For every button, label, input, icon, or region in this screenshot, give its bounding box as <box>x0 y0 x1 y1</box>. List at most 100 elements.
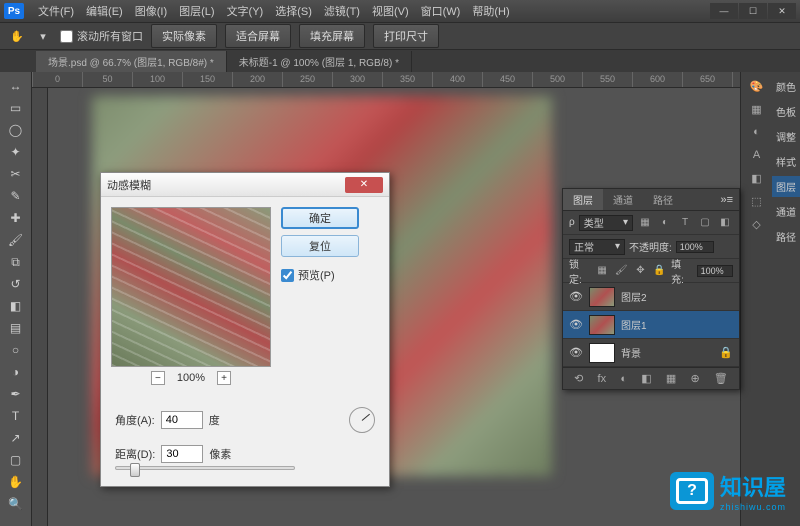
dodge-tool[interactable]: ◑ <box>5 362 27 382</box>
adjustments-panel-icon[interactable]: ◐ <box>747 122 767 142</box>
scroll-all-checkbox[interactable]: 滚动所有窗口 <box>60 28 143 44</box>
visibility-icon[interactable]: 👁 <box>569 346 583 360</box>
menu-select[interactable]: 选择(S) <box>269 3 318 19</box>
zoom-in-button[interactable]: + <box>217 371 231 385</box>
menu-filter[interactable]: 滤镜(T) <box>318 3 366 19</box>
panel-menu-icon[interactable]: »≡ <box>714 194 739 206</box>
opacity-input[interactable]: 100% <box>676 241 714 253</box>
layer-item[interactable]: 👁 背景 🔒 <box>563 339 739 367</box>
visibility-icon[interactable]: 👁 <box>569 290 583 304</box>
pen-tool[interactable]: ✒ <box>5 384 27 404</box>
group-icon[interactable]: ▦ <box>666 372 676 385</box>
dialog-close-button[interactable]: ✕ <box>345 177 383 193</box>
label-layers[interactable]: 图层 <box>772 176 800 197</box>
blend-mode-select[interactable]: 正常▾ <box>569 239 625 255</box>
label-swatches[interactable]: 色板 <box>772 101 800 122</box>
history-brush-tool[interactable]: ↺ <box>5 274 27 294</box>
tool-palette: ↔ ▭ ◯ ✦ ✂ ✎ ✚ 🖌 ⧉ ↺ ◧ ▤ ○ ◑ ✒ T ↗ ▢ ✋ 🔍 <box>0 72 32 526</box>
lock-position-icon[interactable]: ✥ <box>633 263 648 279</box>
crop-tool[interactable]: ✂ <box>5 164 27 184</box>
tab-paths[interactable]: 路径 <box>643 189 683 210</box>
stamp-tool[interactable]: ⧉ <box>5 252 27 272</box>
label-channels[interactable]: 通道 <box>772 201 800 222</box>
path-tool[interactable]: ↗ <box>5 428 27 448</box>
styles-panel-icon[interactable]: A <box>747 145 767 165</box>
zoom-tool[interactable]: 🔍 <box>5 494 27 514</box>
blur-tool[interactable]: ○ <box>5 340 27 360</box>
label-styles[interactable]: 样式 <box>772 151 800 172</box>
menu-image[interactable]: 图像(I) <box>129 3 173 19</box>
filter-type-icon[interactable]: T <box>677 215 693 231</box>
fit-screen-button[interactable]: 适合屏幕 <box>225 24 291 48</box>
filter-kind-select[interactable]: 类型▾ <box>579 215 633 231</box>
label-adjust[interactable]: 调整 <box>772 126 800 147</box>
dialog-titlebar[interactable]: 动感模糊 ✕ <box>101 173 389 197</box>
layer-item[interactable]: 👁 图层2 <box>563 283 739 311</box>
new-layer-icon[interactable]: ⊕ <box>690 372 699 385</box>
lasso-tool[interactable]: ◯ <box>5 120 27 140</box>
filter-shape-icon[interactable]: ▢ <box>697 215 713 231</box>
actual-pixels-button[interactable]: 实际像素 <box>151 24 217 48</box>
eraser-tool[interactable]: ◧ <box>5 296 27 316</box>
maximize-button[interactable]: ☐ <box>739 3 767 19</box>
color-panel-icon[interactable]: 🎨 <box>747 76 767 96</box>
close-button[interactable]: ✕ <box>768 3 796 19</box>
mask-icon[interactable]: ◐ <box>620 373 627 385</box>
menu-view[interactable]: 视图(V) <box>366 3 415 19</box>
ok-button[interactable]: 确定 <box>281 207 359 229</box>
fill-input[interactable]: 100% <box>697 265 733 277</box>
gradient-tool[interactable]: ▤ <box>5 318 27 338</box>
distance-input[interactable] <box>161 445 203 463</box>
menu-edit[interactable]: 编辑(E) <box>80 3 129 19</box>
distance-slider[interactable] <box>115 466 295 470</box>
distance-label: 距离(D): <box>115 446 155 462</box>
link-layers-icon[interactable]: ⟲ <box>574 372 583 385</box>
angle-input[interactable] <box>161 411 203 429</box>
filter-smart-icon[interactable]: ◧ <box>717 215 733 231</box>
lock-image-icon[interactable]: 🖌 <box>614 263 629 279</box>
filter-adjust-icon[interactable]: ◐ <box>657 215 673 231</box>
layers-panel-icon[interactable]: ◧ <box>747 168 767 188</box>
move-tool[interactable]: ↔ <box>5 76 27 96</box>
channels-panel-icon[interactable]: ⬚ <box>747 191 767 211</box>
delete-layer-icon[interactable]: 🗑 <box>714 372 728 385</box>
eyedropper-tool[interactable]: ✎ <box>5 186 27 206</box>
adjustment-layer-icon[interactable]: ◧ <box>641 372 651 385</box>
preview-image[interactable] <box>111 207 271 367</box>
dropdown-icon[interactable]: ▾ <box>34 27 52 45</box>
label-paths[interactable]: 路径 <box>772 226 800 247</box>
doc-tab-2[interactable]: 未标题-1 @ 100% (图层 1, RGB/8) * <box>227 51 412 72</box>
marquee-tool[interactable]: ▭ <box>5 98 27 118</box>
zoom-out-button[interactable]: − <box>151 371 165 385</box>
label-color[interactable]: 颜色 <box>772 76 800 97</box>
menu-type[interactable]: 文字(Y) <box>221 3 270 19</box>
wand-tool[interactable]: ✦ <box>5 142 27 162</box>
menu-help[interactable]: 帮助(H) <box>466 3 515 19</box>
print-size-button[interactable]: 打印尺寸 <box>373 24 439 48</box>
tab-channels[interactable]: 通道 <box>603 189 643 210</box>
fill-screen-button[interactable]: 填充屏幕 <box>299 24 365 48</box>
angle-dial[interactable] <box>349 407 375 433</box>
watermark-text: 知识屋 zhishiwu.com <box>720 470 786 512</box>
menu-layer[interactable]: 图层(L) <box>173 3 220 19</box>
fx-icon[interactable]: fx <box>598 373 607 385</box>
tab-layers[interactable]: 图层 <box>563 189 603 210</box>
menu-window[interactable]: 窗口(W) <box>415 3 467 19</box>
shape-tool[interactable]: ▢ <box>5 450 27 470</box>
minimize-button[interactable]: — <box>710 3 738 19</box>
menu-file[interactable]: 文件(F) <box>32 3 80 19</box>
reset-button[interactable]: 复位 <box>281 235 359 257</box>
filter-pixel-icon[interactable]: ▦ <box>637 215 653 231</box>
healing-tool[interactable]: ✚ <box>5 208 27 228</box>
doc-tab-1[interactable]: 场景.psd @ 66.7% (图层1, RGB/8#) * <box>36 51 227 72</box>
lock-transparent-icon[interactable]: ▦ <box>595 263 610 279</box>
layer-item[interactable]: 👁 图层1 <box>563 311 739 339</box>
hand-tool[interactable]: ✋ <box>5 472 27 492</box>
brush-tool[interactable]: 🖌 <box>5 230 27 250</box>
lock-all-icon[interactable]: 🔒 <box>652 263 667 279</box>
visibility-icon[interactable]: 👁 <box>569 318 583 332</box>
type-tool[interactable]: T <box>5 406 27 426</box>
preview-checkbox[interactable]: 预览(P) <box>281 267 359 283</box>
swatches-panel-icon[interactable]: ▦ <box>747 99 767 119</box>
paths-panel-icon[interactable]: ◇ <box>747 214 767 234</box>
